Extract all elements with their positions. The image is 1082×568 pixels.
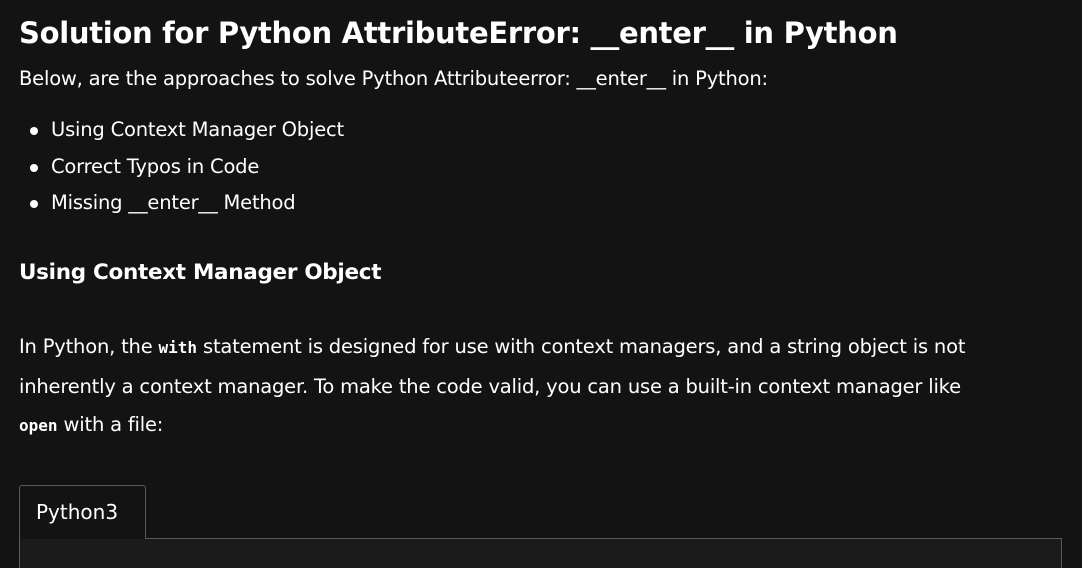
tab-python3[interactable]: Python3 xyxy=(19,485,146,539)
paragraph-text: statement is designed for use with conte… xyxy=(197,335,966,358)
paragraph-text: In Python, the xyxy=(19,335,159,358)
list-item-label: Missing __enter__ Method xyxy=(51,191,296,214)
bullet-icon xyxy=(30,127,38,135)
paragraph-text: inherently a context manager. To make th… xyxy=(19,374,961,398)
inline-code-with: with xyxy=(158,338,198,357)
list-item-label: Correct Typos in Code xyxy=(51,154,260,178)
bullet-icon xyxy=(30,200,38,208)
paragraph-line: In Python, the with statement is designe… xyxy=(19,328,1069,368)
code-block: Python3 xyxy=(19,485,1062,568)
code-panel xyxy=(19,538,1062,568)
bullet-icon xyxy=(30,163,38,172)
list-item: Correct Typos in Code xyxy=(19,149,344,186)
inline-code-open: open xyxy=(19,416,58,435)
list-item-label: Using Context Manager Object xyxy=(51,118,344,141)
list-item: Using Context Manager Object xyxy=(19,112,344,149)
intro-text: Below, are the approaches to solve Pytho… xyxy=(19,67,768,90)
approach-list: Using Context Manager Object Correct Typ… xyxy=(19,112,344,222)
list-item: Missing __enter__ Method xyxy=(19,185,344,222)
paragraph-line: open with a file: xyxy=(19,406,1069,446)
paragraph-line: inherently a context manager. To make th… xyxy=(19,368,1069,407)
paragraph-text: with a file: xyxy=(57,413,164,436)
section-heading: Using Context Manager Object xyxy=(19,260,382,285)
body-paragraph: In Python, the with statement is designe… xyxy=(19,328,1069,446)
page-title: Solution for Python AttributeError: __en… xyxy=(19,16,898,50)
